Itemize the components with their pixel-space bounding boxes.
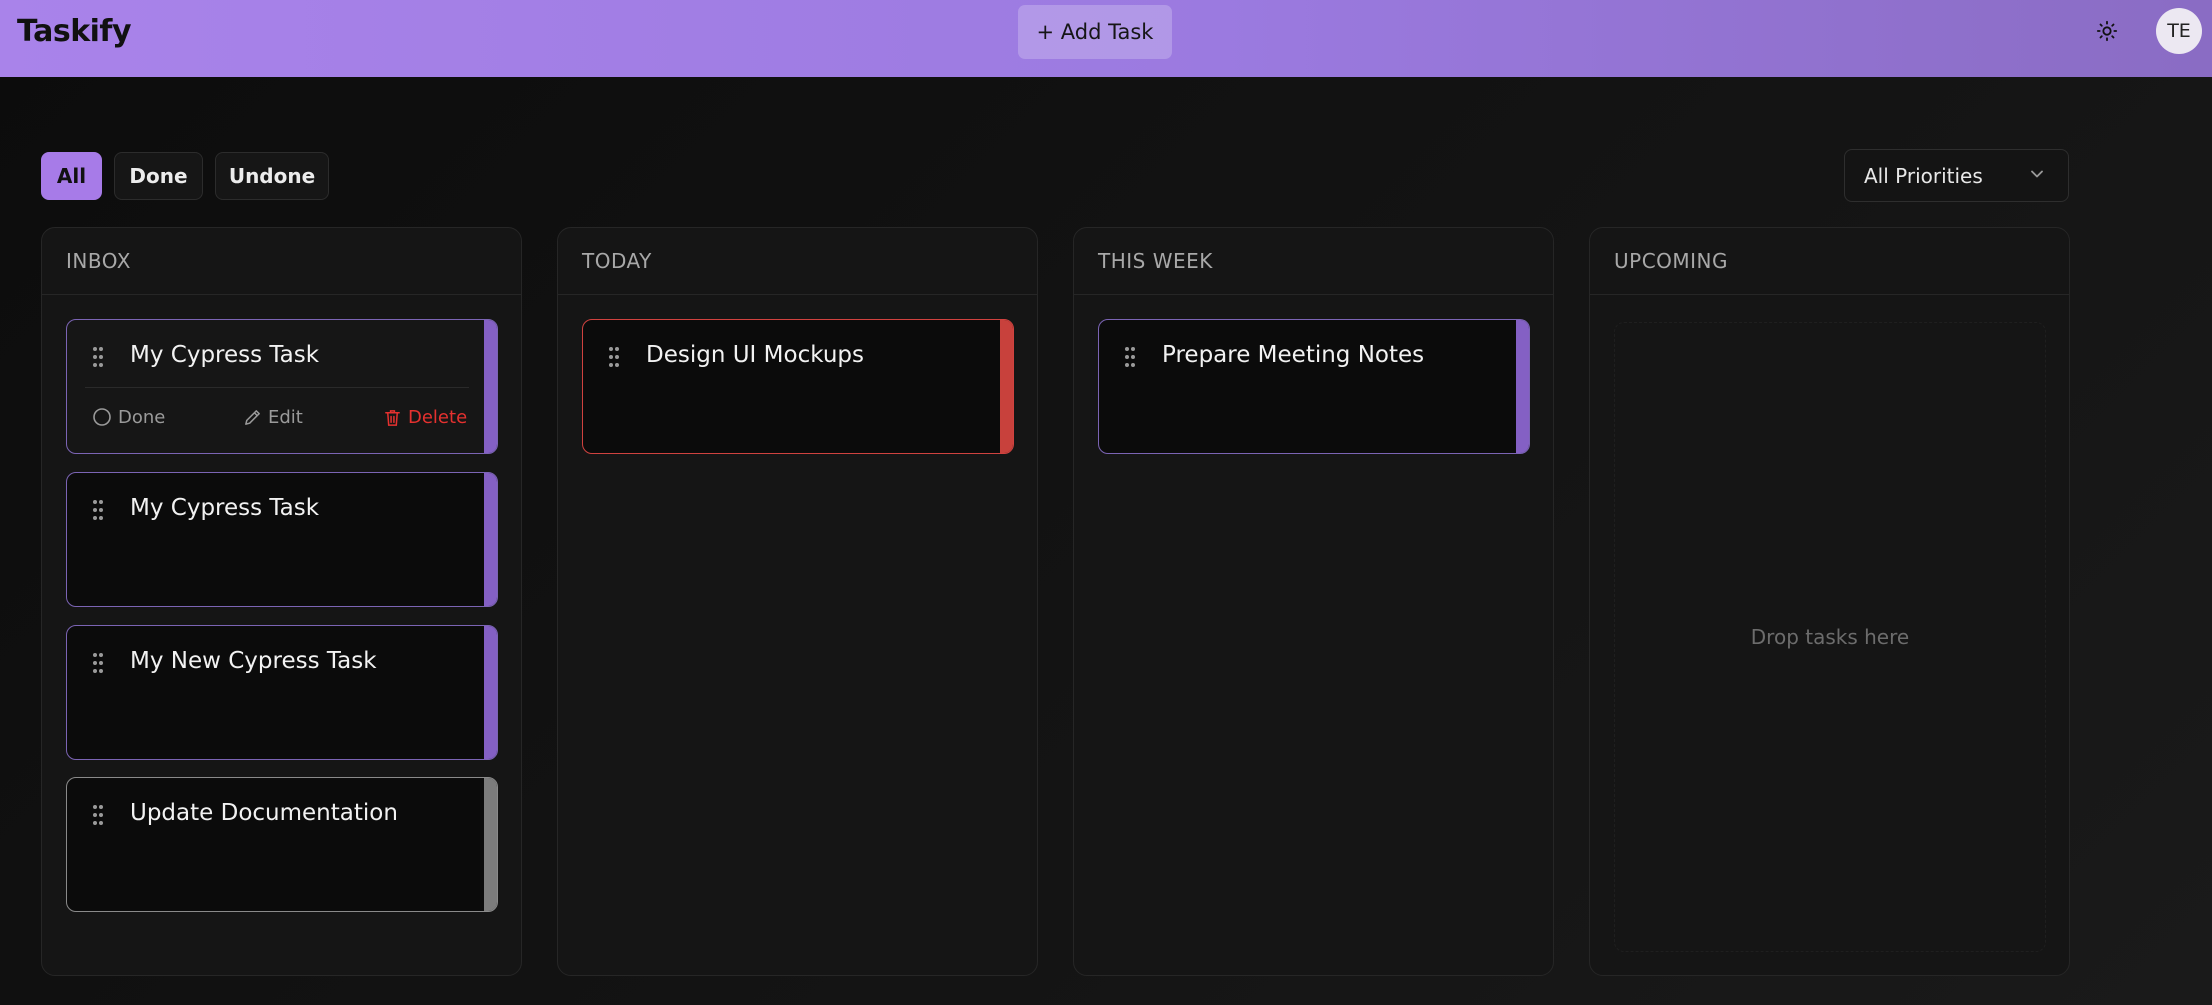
column-title: INBOX — [42, 228, 521, 295]
task-card[interactable]: Prepare Meeting Notes — [1098, 319, 1530, 454]
delete-button[interactable]: Delete — [383, 403, 467, 431]
filter-all-button[interactable]: All — [41, 152, 102, 200]
drag-handle-icon[interactable] — [92, 652, 104, 674]
drop-zone[interactable]: Drop tasks here — [1614, 322, 2046, 952]
card-divider — [85, 387, 469, 388]
drag-handle-icon[interactable] — [608, 346, 620, 368]
trash-icon — [385, 409, 400, 426]
task-title: My Cypress Task — [130, 342, 320, 368]
top-bar: Taskify + Add Task TE — [0, 0, 2212, 77]
column-title: THIS WEEK — [1074, 228, 1553, 295]
column-inbox: INBOX My Cypress Task Done Edit Delete M — [41, 227, 522, 976]
filter-undone-button[interactable]: Undone — [215, 152, 329, 200]
task-card[interactable]: Update Documentation — [66, 777, 498, 912]
drag-handle-icon[interactable] — [92, 346, 104, 368]
task-card[interactable]: My New Cypress Task — [66, 625, 498, 760]
task-title: Prepare Meeting Notes — [1162, 342, 1425, 368]
pencil-icon — [245, 409, 260, 425]
theme-toggle-button[interactable] — [2094, 18, 2120, 44]
drop-zone-text: Drop tasks here — [1750, 625, 1910, 649]
priority-select-value: All Priorities — [1864, 163, 1983, 188]
task-title: My New Cypress Task — [130, 648, 377, 674]
priority-stripe — [484, 320, 497, 453]
edit-label: Edit — [268, 406, 303, 428]
priority-stripe — [1516, 320, 1529, 453]
task-title: Design UI Mockups — [646, 342, 864, 368]
column-upcoming: UPCOMING Drop tasks here — [1589, 227, 2070, 976]
task-card[interactable]: My Cypress Task Done Edit Delete — [66, 319, 498, 454]
user-avatar[interactable]: TE — [2156, 8, 2202, 54]
drag-handle-icon[interactable] — [1124, 346, 1136, 368]
add-task-button[interactable]: + Add Task — [1018, 5, 1172, 59]
drag-handle-icon[interactable] — [92, 804, 104, 826]
column-today: TODAY Design UI Mockups — [557, 227, 1038, 976]
edit-button[interactable]: Edit — [243, 403, 303, 431]
column-title: TODAY — [558, 228, 1037, 295]
mark-done-button[interactable]: Done — [92, 403, 165, 431]
column-title: UPCOMING — [1590, 228, 2069, 295]
priority-stripe — [484, 778, 497, 911]
task-title: My Cypress Task — [130, 495, 320, 521]
chevron-down-icon — [2031, 170, 2043, 178]
filter-done-button[interactable]: Done — [114, 152, 203, 200]
circle-icon — [93, 408, 111, 426]
sun-icon — [2096, 20, 2118, 42]
task-card[interactable]: My Cypress Task — [66, 472, 498, 607]
priority-stripe — [1000, 320, 1013, 453]
mark-done-label: Done — [118, 406, 166, 428]
task-card[interactable]: Design UI Mockups — [582, 319, 1014, 454]
priority-select[interactable]: All Priorities — [1844, 149, 2069, 202]
delete-label: Delete — [408, 406, 468, 428]
app-logo[interactable]: Taskify — [17, 14, 132, 49]
task-title: Update Documentation — [130, 800, 398, 826]
priority-stripe — [484, 626, 497, 759]
priority-stripe — [484, 473, 497, 606]
column-this-week: THIS WEEK Prepare Meeting Notes — [1073, 227, 1554, 976]
drag-handle-icon[interactable] — [92, 499, 104, 521]
